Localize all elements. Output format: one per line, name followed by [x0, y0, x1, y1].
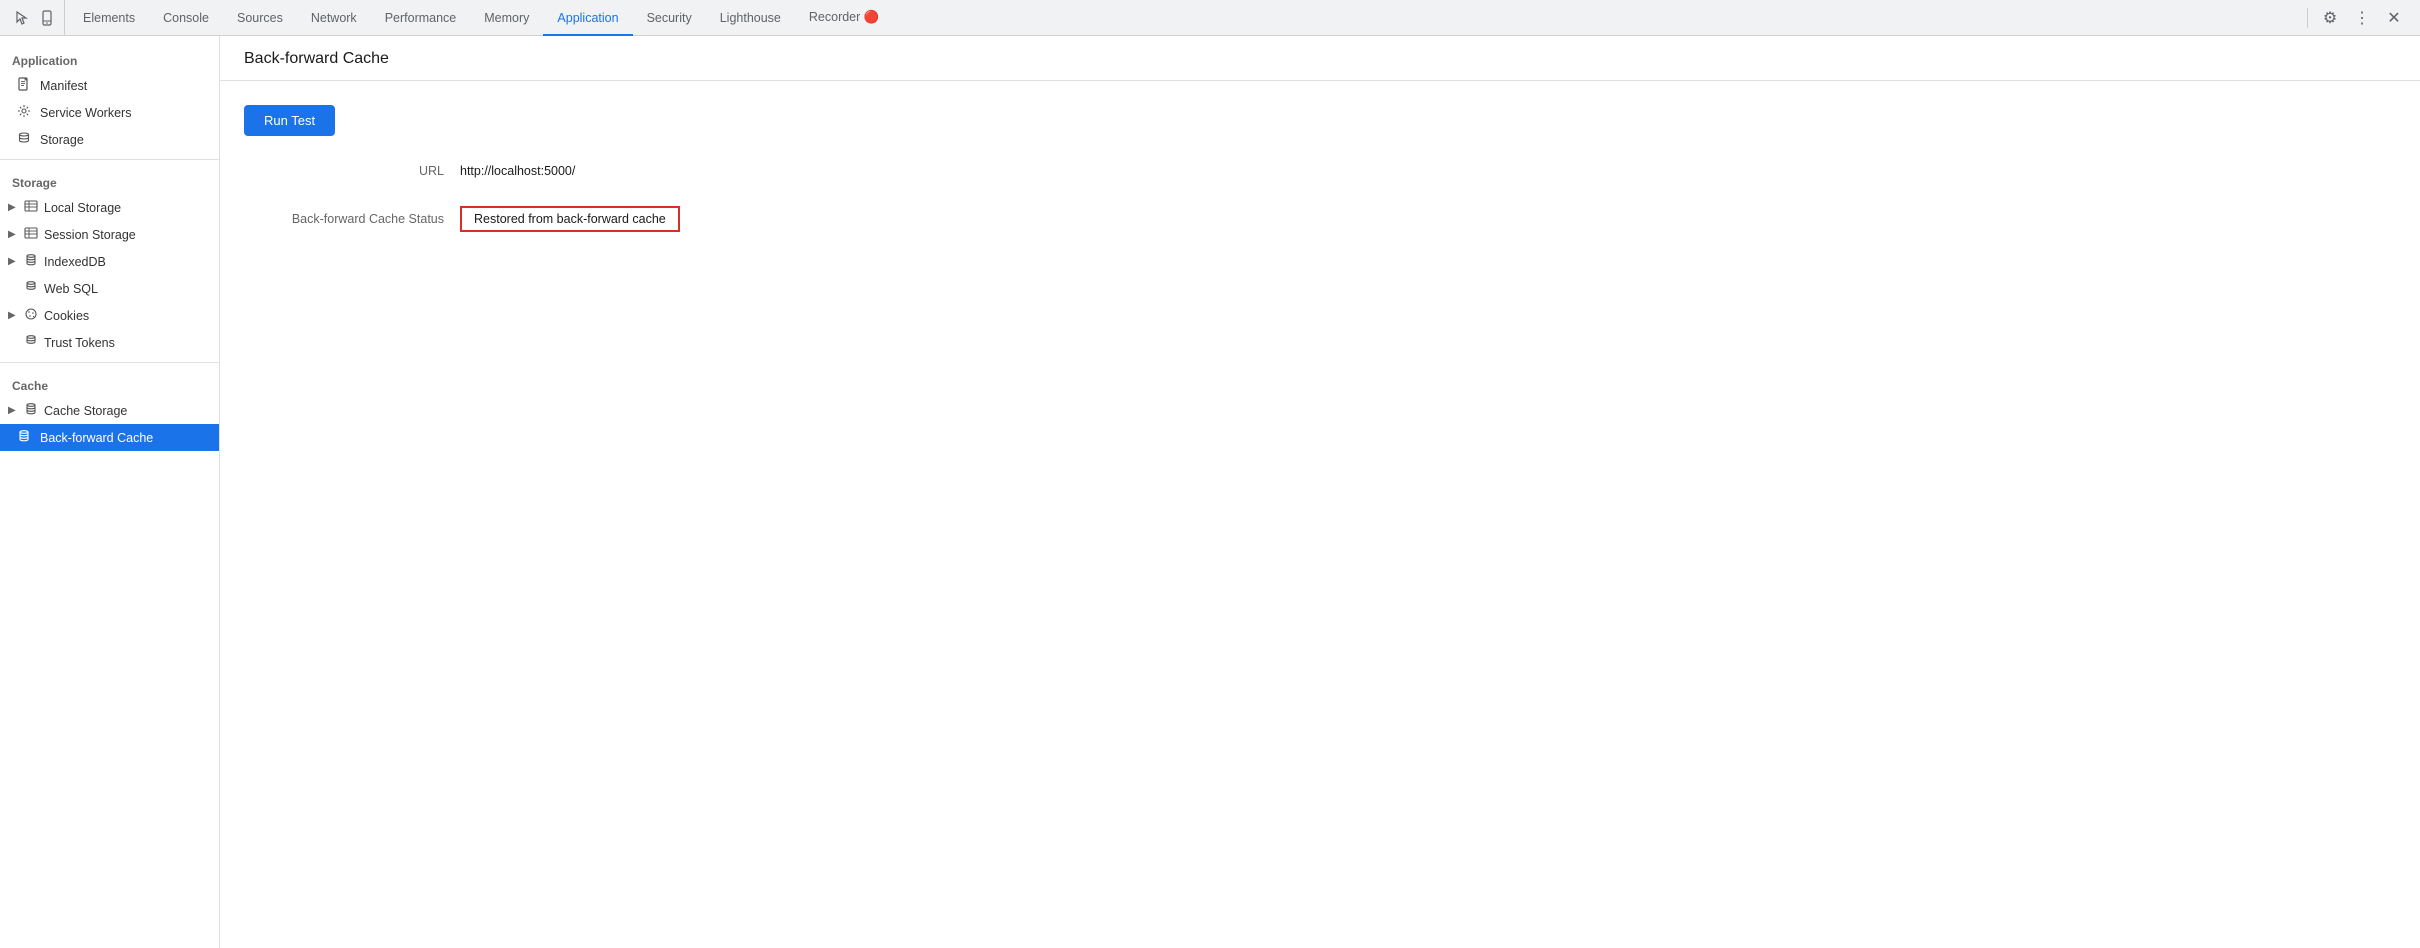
cookie-icon [24, 307, 38, 324]
sidebar-divider-1 [0, 159, 219, 160]
indexeddb-label: IndexedDB [44, 255, 106, 269]
sidebar-item-cookies[interactable]: ▶ Cookies [0, 302, 219, 329]
tab-memory[interactable]: Memory [470, 1, 543, 36]
status-value: Restored from back-forward cache [460, 206, 680, 232]
close-icon[interactable]: ✕ [2380, 4, 2408, 32]
application-section-label: Application [0, 44, 219, 72]
doc-icon [16, 77, 32, 94]
token-icon [24, 334, 38, 351]
content-header: Back-forward Cache [220, 36, 2420, 81]
divider [2307, 8, 2308, 28]
tab-elements[interactable]: Elements [69, 1, 149, 36]
tab-bar: Elements Console Sources Network Perform… [0, 0, 2420, 36]
tab-bar-right: ⚙ ⋮ ✕ [2295, 4, 2416, 32]
cache-storage-label: Cache Storage [44, 404, 127, 418]
gear-icon [16, 104, 32, 121]
sidebar-item-back-forward-cache[interactable]: Back-forward Cache [0, 424, 219, 451]
storage-label: Storage [40, 133, 84, 147]
expand-arrow-session-storage: ▶ [8, 229, 18, 240]
session-storage-label: Session Storage [44, 228, 136, 242]
sidebar-item-manifest[interactable]: Manifest [0, 72, 219, 99]
db-icon-indexed [24, 253, 38, 270]
sidebar-item-local-storage[interactable]: ▶ Local Storage [0, 194, 219, 221]
expand-arrow-cookies: ▶ [8, 310, 18, 321]
tab-bar-left-icons [4, 0, 65, 35]
cache-storage-icon [24, 402, 38, 419]
tab-lighthouse[interactable]: Lighthouse [706, 1, 795, 36]
sidebar-item-storage-app[interactable]: Storage [0, 126, 219, 153]
expand-arrow-local-storage: ▶ [8, 202, 18, 213]
back-forward-cache-label: Back-forward Cache [40, 431, 153, 445]
url-value: http://localhost:5000/ [460, 164, 575, 178]
tab-performance[interactable]: Performance [371, 1, 471, 36]
sidebar-divider-2 [0, 362, 219, 363]
content-area: Back-forward Cache Run Test URL http://l… [220, 36, 2420, 948]
storage-section-label: Storage [0, 166, 219, 194]
status-label: Back-forward Cache Status [244, 212, 444, 226]
url-label: URL [244, 164, 444, 178]
sidebar-item-session-storage[interactable]: ▶ Session Storage [0, 221, 219, 248]
main-layout: Application Manifest [0, 36, 2420, 948]
more-icon[interactable]: ⋮ [2348, 4, 2376, 32]
status-row: Back-forward Cache Status Restored from … [244, 206, 2396, 232]
tab-security[interactable]: Security [633, 1, 706, 36]
cache-section-label: Cache [0, 369, 219, 397]
mobile-icon[interactable] [38, 9, 56, 27]
storage-icon [16, 131, 32, 148]
sidebar-item-web-sql[interactable]: Web SQL [0, 275, 219, 302]
settings-icon[interactable]: ⚙ [2316, 4, 2344, 32]
expand-arrow-indexeddb: ▶ [8, 256, 18, 267]
web-sql-label: Web SQL [44, 282, 98, 296]
url-row: URL http://localhost:5000/ [244, 164, 2396, 178]
table-icon-local [24, 199, 38, 216]
db-icon-websql [24, 280, 38, 297]
tab-recorder[interactable]: Recorder 🔴 [795, 1, 893, 36]
local-storage-label: Local Storage [44, 201, 121, 215]
sidebar-item-trust-tokens[interactable]: Trust Tokens [0, 329, 219, 356]
sidebar: Application Manifest [0, 36, 220, 948]
trust-tokens-label: Trust Tokens [44, 336, 115, 350]
tab-sources[interactable]: Sources [223, 1, 297, 36]
cookies-label: Cookies [44, 309, 89, 323]
expand-arrow-cache-storage: ▶ [8, 405, 18, 416]
tab-console[interactable]: Console [149, 1, 223, 36]
sidebar-item-service-workers[interactable]: Service Workers [0, 99, 219, 126]
bfcache-icon [16, 429, 32, 446]
service-workers-label: Service Workers [40, 106, 131, 120]
sidebar-item-cache-storage[interactable]: ▶ Cache Storage [0, 397, 219, 424]
run-test-button[interactable]: Run Test [244, 105, 335, 136]
sidebar-item-indexeddb[interactable]: ▶ IndexedDB [0, 248, 219, 275]
manifest-label: Manifest [40, 79, 87, 93]
tab-application[interactable]: Application [543, 1, 632, 36]
content-body: Run Test URL http://localhost:5000/ Back… [220, 81, 2420, 256]
cursor-icon[interactable] [12, 9, 30, 27]
table-icon-session [24, 226, 38, 243]
tab-network[interactable]: Network [297, 1, 371, 36]
page-title: Back-forward Cache [244, 50, 2396, 68]
